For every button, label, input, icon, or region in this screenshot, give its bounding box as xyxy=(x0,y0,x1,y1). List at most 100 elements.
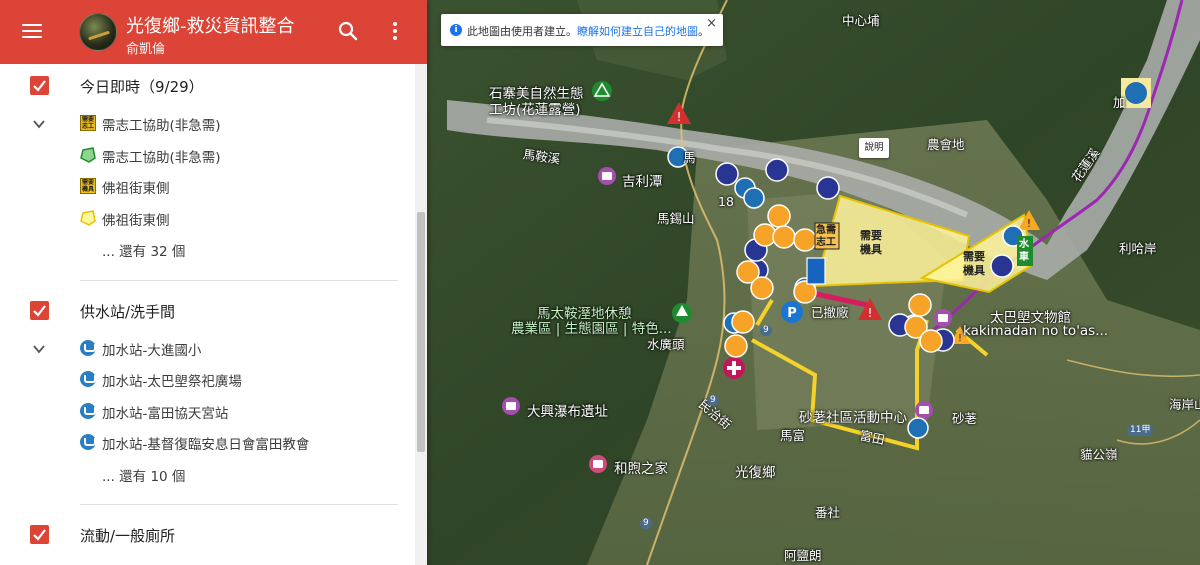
map-label: 光復鄉 xyxy=(735,465,776,481)
info-link[interactable]: 瞭解如何建立自己的地圖 xyxy=(577,25,698,38)
layer-title[interactable]: 今日即時（9/29） xyxy=(80,76,204,97)
road-number-badge: 11甲 xyxy=(1127,425,1154,436)
shelter-pin-icon[interactable] xyxy=(908,293,932,317)
water-station-icon xyxy=(80,339,96,356)
chevron-down-icon[interactable] xyxy=(32,341,46,355)
feature-label[interactable]: 加水站-基督復臨安息日會富田教會 xyxy=(102,433,309,453)
map-label: 番社 xyxy=(815,505,841,520)
list-item[interactable]: 加水站-太巴塱祭祀廣場 xyxy=(0,364,414,396)
water-station-icon xyxy=(80,371,96,387)
list-item[interactable]: 加水站-富田協天宮站 xyxy=(0,396,414,428)
map-label: 馬錫山 xyxy=(657,211,695,226)
map-label: 18 xyxy=(718,194,734,209)
volunteer-needed-icon: 需要志工 xyxy=(80,115,96,131)
layer-header-realtime: 今日即時（9/29） xyxy=(0,64,414,108)
feature-label[interactable]: 加水站-太巴塱祭祀廣場 xyxy=(102,370,242,390)
map-label: 貓公嶺 xyxy=(1080,447,1118,462)
shelter-pin-icon[interactable] xyxy=(772,225,796,249)
toilet-pin-icon[interactable] xyxy=(765,158,789,182)
search-icon[interactable] xyxy=(336,19,360,43)
layer-header-toilets: 流動/一般廁所 xyxy=(0,513,414,557)
yellow-area-icon xyxy=(80,209,96,226)
parking-pin-icon[interactable]: P xyxy=(781,301,803,323)
layer-checkbox[interactable] xyxy=(30,525,49,544)
layer-title[interactable]: 供水站/洗手間 xyxy=(80,301,175,322)
map-title: 光復鄉-救災資訊整合 xyxy=(126,16,295,37)
feature-label[interactable]: 需志工協助(非急需) xyxy=(102,146,221,166)
museum-pin-icon[interactable] xyxy=(502,397,520,415)
park-pin-icon[interactable] xyxy=(672,303,692,323)
toilet-pin-icon[interactable] xyxy=(816,176,840,200)
list-item[interactable]: 需要機具 佛祖街東側 xyxy=(0,171,414,203)
map-label: 砂荖社區活動中心 xyxy=(799,410,907,426)
map-label: 阿鹽朗 xyxy=(784,548,822,563)
more-items-label[interactable]: ... 還有 32 個 xyxy=(102,240,185,260)
map-label: 海岸山 xyxy=(1169,397,1200,412)
green-area-icon xyxy=(80,146,96,163)
museum-pin-icon[interactable] xyxy=(915,401,933,419)
layer-title[interactable]: 流動/一般廁所 xyxy=(80,525,175,546)
app-window: 光復鄉-救災資訊整合 俞凱倫 今日即時（9/29） 需要志工 需志工協助(非急需… xyxy=(0,0,1200,565)
more-items-link[interactable]: ... 還有 10 個 xyxy=(0,459,414,491)
feature-label[interactable]: 佛祖街東側 xyxy=(102,177,170,197)
map-label: 已撤廠 xyxy=(811,305,849,320)
water-station-pin-icon[interactable] xyxy=(743,187,765,209)
shelter-pin-icon[interactable] xyxy=(919,329,943,353)
list-item[interactable]: 佛祖街東側 xyxy=(0,203,414,235)
list-item[interactable]: 需要志工 需志工協助(非急需) xyxy=(0,108,414,140)
shelter-pin-icon[interactable] xyxy=(750,276,774,300)
layer-checkbox[interactable] xyxy=(30,76,49,95)
polygon-label: 水 車 xyxy=(1019,239,1029,263)
road-number-badge: 9 xyxy=(640,518,652,529)
info-banner-text: 此地圖由使用者建立。瞭解如何建立自己的地圖。 xyxy=(467,23,709,39)
map-legend-panel: 光復鄉-救災資訊整合 俞凱倫 今日即時（9/29） 需要志工 需志工協助(非急需… xyxy=(0,0,427,565)
museum-pin-icon[interactable] xyxy=(934,309,952,327)
road-number-badge: 9 xyxy=(707,395,719,406)
avatar[interactable] xyxy=(79,13,117,51)
toilet-pin-icon[interactable] xyxy=(990,254,1014,278)
layer-list[interactable]: 今日即時（9/29） 需要志工 需志工協助(非急需) 需志工協助(非急需) 需要… xyxy=(0,64,414,565)
layer-checkbox[interactable] xyxy=(30,300,49,320)
shelter-pin-icon[interactable] xyxy=(767,204,791,228)
museum-pin-icon[interactable] xyxy=(598,167,616,185)
shelter-pin-icon[interactable] xyxy=(793,228,817,252)
map-label: kakimadan no to'as... xyxy=(963,323,1109,339)
more-vert-icon[interactable] xyxy=(383,19,407,43)
medical-pin-icon[interactable] xyxy=(723,357,745,379)
more-items-label[interactable]: ... 還有 10 個 xyxy=(102,465,185,485)
list-item[interactable]: 加水站-大進國小 xyxy=(0,333,414,365)
polygon-label: 需要 機具 xyxy=(963,250,985,277)
list-item[interactable]: 加水站-基督復臨安息日會富田教會 xyxy=(0,427,414,459)
map-label: 中心埔 xyxy=(842,13,880,28)
water-station-pin-icon[interactable] xyxy=(907,417,929,439)
feature-label[interactable]: 加水站-大進國小 xyxy=(102,339,201,359)
list-item[interactable]: 需志工協助(非急需) xyxy=(0,140,414,172)
svg-text:P: P xyxy=(787,306,797,321)
map-label: 加 xyxy=(1113,95,1126,110)
map-label: 工坊(花蓮露營) xyxy=(489,102,581,118)
map-author[interactable]: 俞凱倫 xyxy=(126,38,165,57)
feature-label[interactable]: 佛祖街東側 xyxy=(102,209,170,229)
feature-label[interactable]: 加水站-富田協天宮站 xyxy=(102,402,228,422)
close-icon[interactable]: × xyxy=(706,16,717,31)
info-banner: i 此地圖由使用者建立。瞭解如何建立自己的地圖。 × xyxy=(441,14,723,46)
svg-text:!: ! xyxy=(958,333,962,344)
explain-label[interactable]: 說明 xyxy=(859,138,889,158)
map-label: 砂荖 xyxy=(952,411,978,426)
panel-header: 光復鄉-救災資訊整合 俞凱倫 xyxy=(0,0,427,64)
care-home-pin-icon[interactable] xyxy=(589,455,607,473)
scroll-thumb[interactable] xyxy=(417,212,425,452)
chevron-down-icon[interactable] xyxy=(32,116,46,130)
road-number-badge: 9 xyxy=(760,325,772,336)
toilet-pin-icon[interactable] xyxy=(715,162,739,186)
map-canvas[interactable]: ! ! ! ! P 中心埔 石寨美自然生態 工坊(花蓮露營) 馬鞍溪 吉利潭 馬… xyxy=(427,0,1200,565)
one-way-sign-icon[interactable] xyxy=(806,257,826,285)
feature-label[interactable]: 需志工協助(非急需) xyxy=(102,114,221,134)
campground-pin-icon[interactable] xyxy=(592,81,612,101)
shelter-pin-icon[interactable] xyxy=(724,334,748,358)
menu-icon[interactable] xyxy=(20,19,44,43)
polygon-label: 急需 志工 xyxy=(816,225,836,248)
shelter-pin-icon[interactable] xyxy=(731,310,755,334)
more-items-link[interactable]: ... 還有 32 個 xyxy=(0,234,414,266)
scrollbar[interactable] xyxy=(415,64,427,565)
